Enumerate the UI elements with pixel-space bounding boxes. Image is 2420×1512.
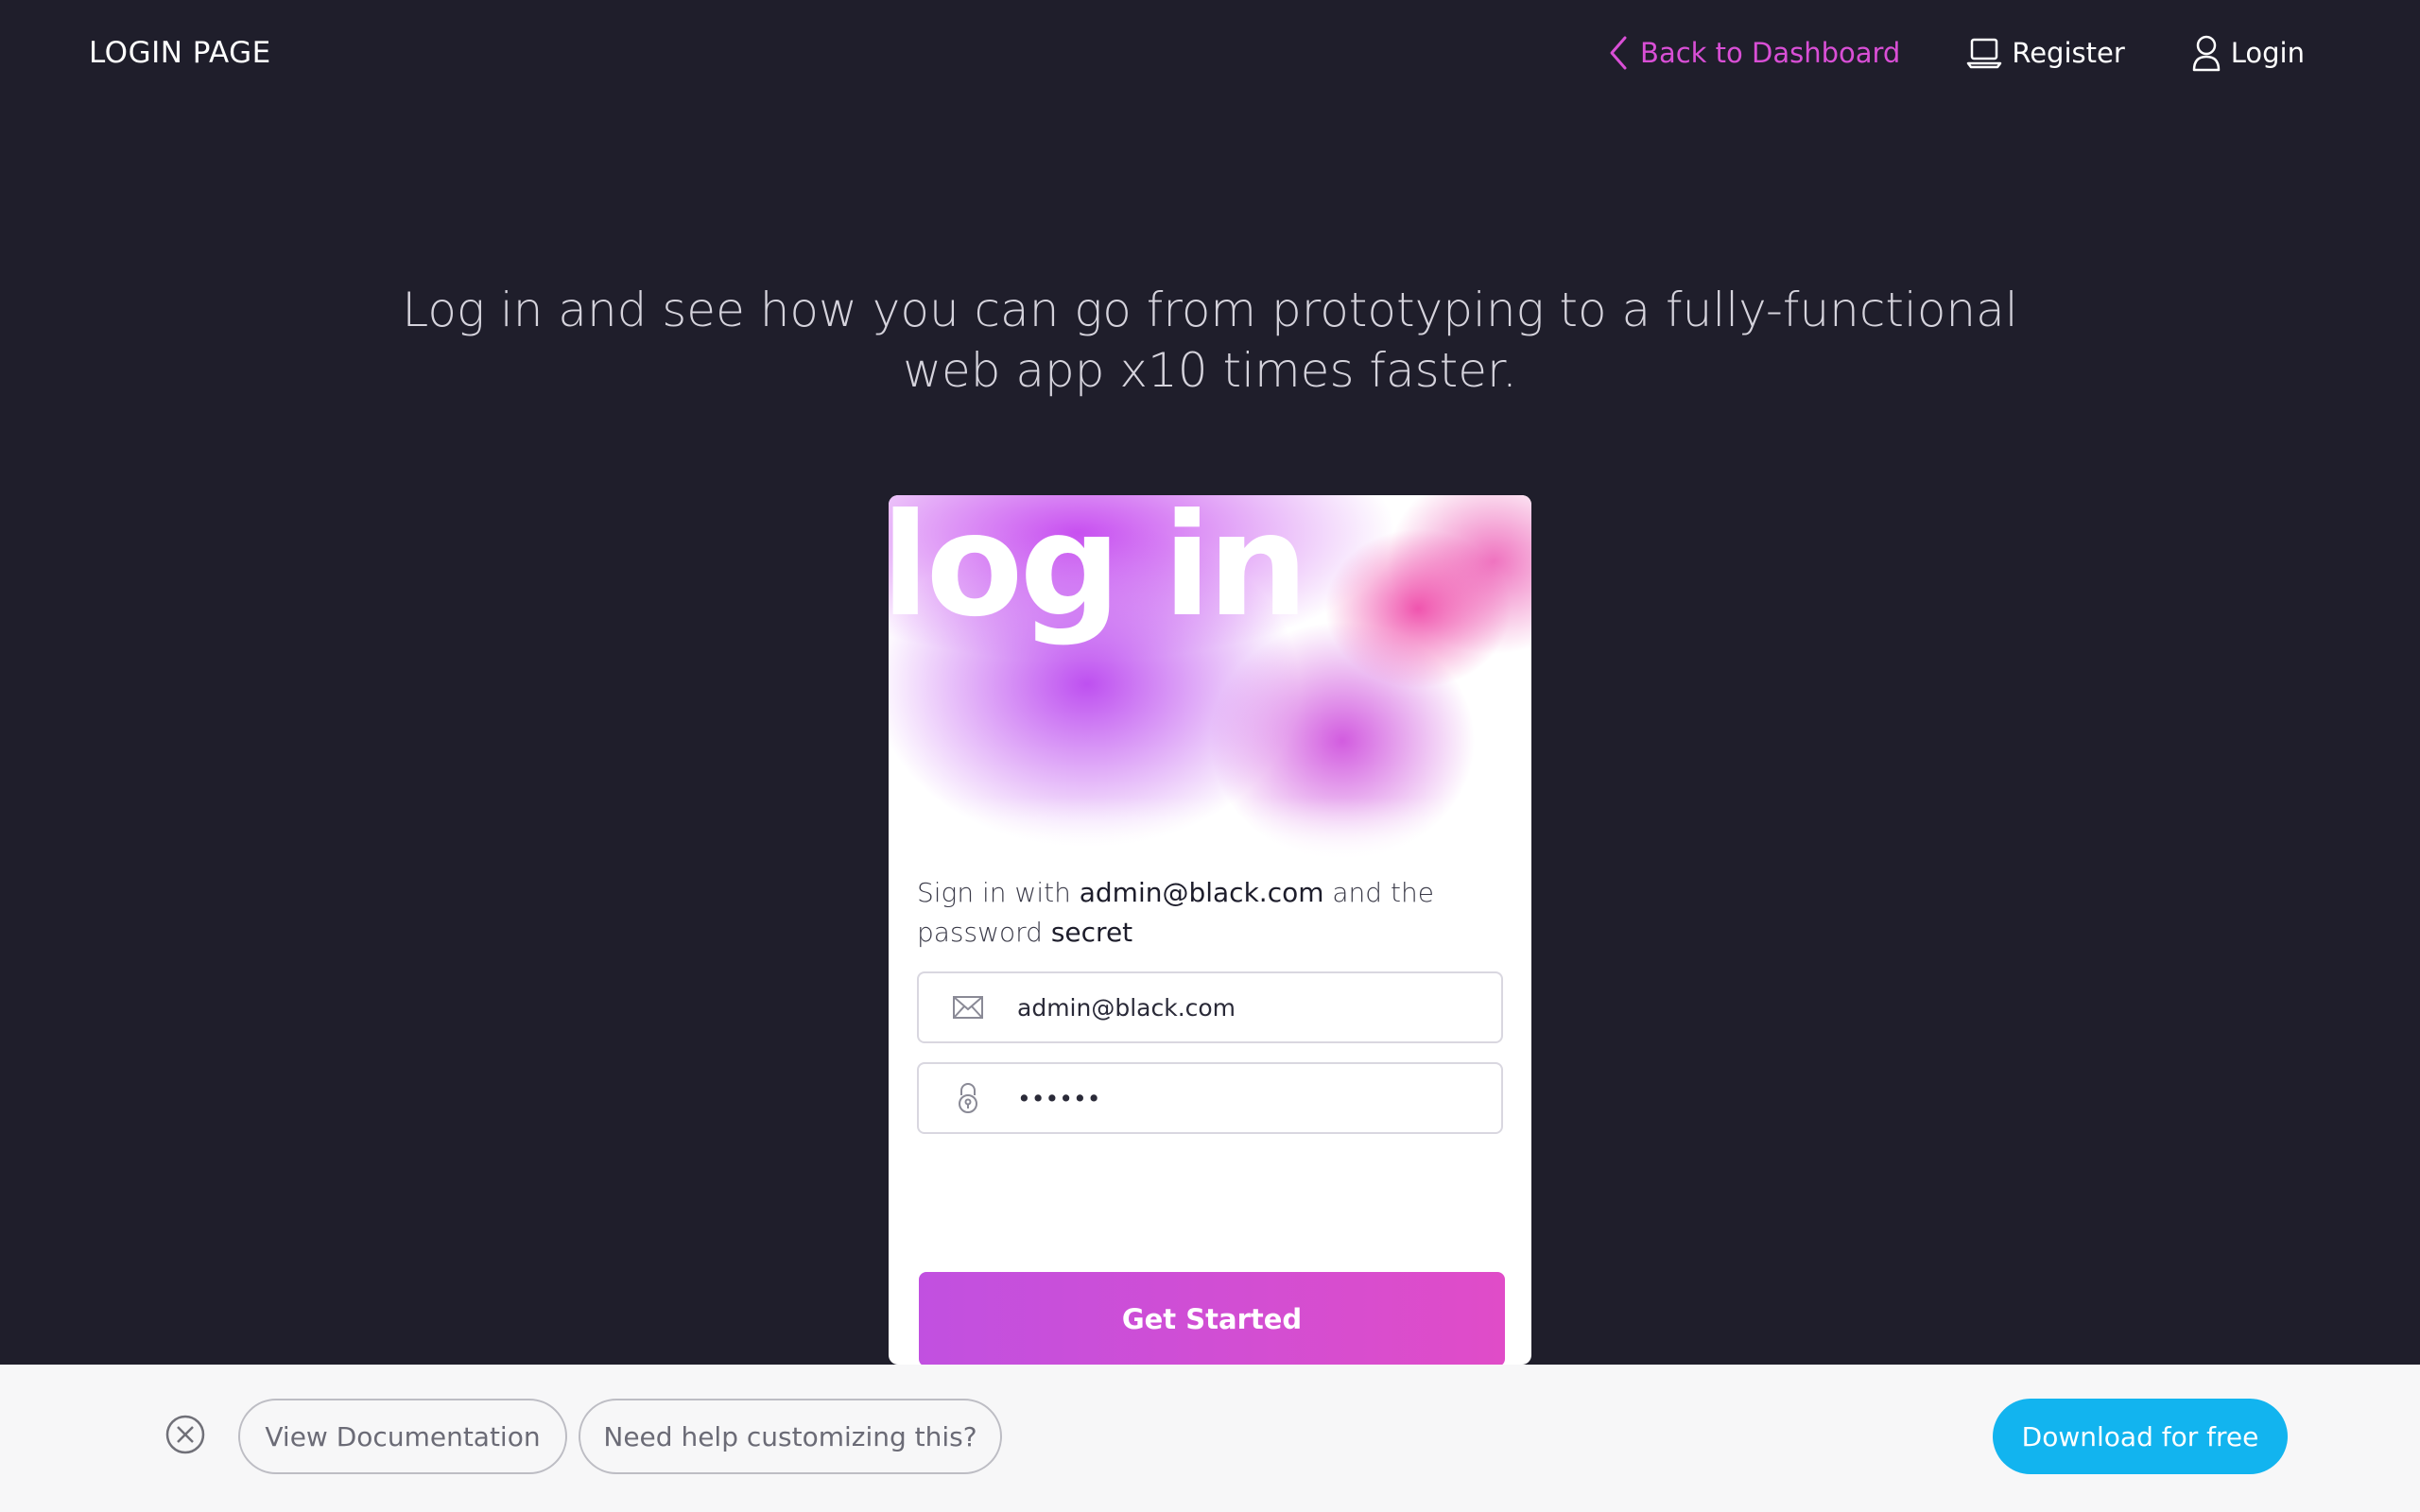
nav-links: Back to Dashboard Register Login [1606, 28, 2305, 77]
instructions-email: admin@black.com [1079, 877, 1324, 908]
login-card: log in Sign in with admin@black.com and … [889, 495, 1531, 1365]
bottom-bar: View Documentation Need help customizing… [0, 1365, 2420, 1512]
headline: Log in and see how you can go from proto… [402, 283, 2018, 398]
chevron-left-icon [1606, 34, 1631, 72]
password-input[interactable] [1017, 1070, 1490, 1126]
instructions-prefix: Sign in with [917, 877, 1080, 908]
back-to-dashboard-link[interactable]: Back to Dashboard [1606, 34, 1900, 72]
need-help-button[interactable]: Need help customizing this? [579, 1399, 1002, 1474]
password-field [917, 1062, 1503, 1134]
register-link[interactable]: Register [1966, 37, 2125, 69]
user-icon [2191, 34, 2221, 72]
login-label: Login [2230, 37, 2305, 69]
card-body: Sign in with admin@black.com and the pas… [917, 873, 1503, 1134]
instructions-password: secret [1050, 917, 1133, 948]
lock-icon [919, 1064, 1017, 1132]
email-input[interactable] [1017, 979, 1490, 1036]
card-title: log in [889, 495, 1308, 648]
get-started-button[interactable]: Get Started [919, 1272, 1505, 1365]
email-field [917, 971, 1503, 1043]
login-link[interactable]: Login [2191, 34, 2305, 72]
download-for-free-button[interactable]: Download for free [1993, 1399, 2288, 1474]
view-documentation-button[interactable]: View Documentation [238, 1399, 567, 1474]
register-label: Register [2012, 37, 2125, 69]
laptop-icon [1966, 37, 2002, 69]
sign-in-instructions: Sign in with admin@black.com and the pas… [917, 873, 1503, 953]
navbar: LOGIN PAGE Back to Dashboard Register Lo… [0, 0, 2420, 112]
back-to-dashboard-label: Back to Dashboard [1640, 37, 1901, 69]
close-circle-icon[interactable] [164, 1414, 206, 1455]
brand-title[interactable]: LOGIN PAGE [89, 36, 271, 70]
envelope-icon [919, 973, 1017, 1041]
